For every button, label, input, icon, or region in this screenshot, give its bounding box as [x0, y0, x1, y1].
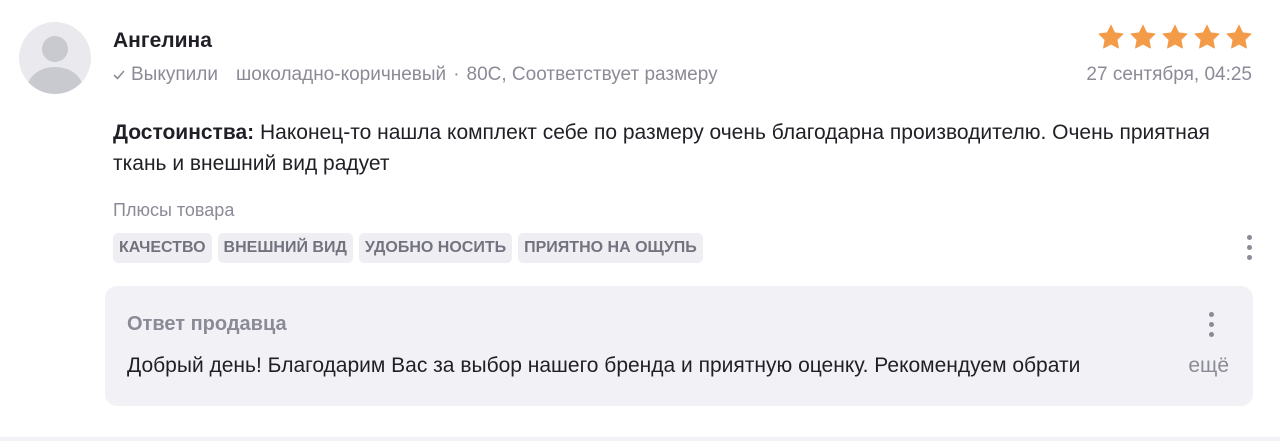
text-fade: [1135, 350, 1185, 384]
check-icon: [113, 69, 125, 81]
pros-tags: КАЧЕСТВО ВНЕШНИЙ ВИД УДОБНО НОСИТЬ ПРИЯТ…: [113, 233, 703, 263]
more-vertical-icon[interactable]: [1207, 312, 1215, 337]
review-date: 27 сентября, 04:25: [1086, 64, 1252, 85]
pros-tag: ПРИЯТНО НА ОЩУПЬ: [518, 233, 703, 263]
divider: [0, 437, 1280, 441]
star-icon: [1161, 24, 1189, 51]
review-text: Достоинства: Наконец-то нашла комплект с…: [113, 117, 1213, 179]
rating-stars: [1097, 24, 1253, 51]
avatar-head: [42, 36, 68, 62]
seller-reply-title: Ответ продавца: [127, 313, 287, 335]
pros-tag: УДОБНО НОСИТЬ: [358, 233, 513, 263]
pros-tag: КАЧЕСТВО: [113, 233, 212, 263]
pros-title: Плюсы товара: [113, 200, 235, 220]
size-info: 80C, Соответствует размеру: [466, 64, 718, 85]
advantages-text: Наконец-то нашла комплект себе по размер…: [113, 121, 1210, 175]
pros-tag: ВНЕШНИЙ ВИД: [217, 233, 353, 263]
author-name: Ангелина: [113, 29, 212, 52]
meta-separator: ·: [453, 64, 460, 85]
purchased-label: Выкупили: [131, 64, 218, 85]
star-icon: [1097, 24, 1125, 51]
seller-reply-text: Добрый день! Благодарим Вас за выбор наш…: [127, 354, 1081, 377]
advantages-label: Достоинства:: [113, 121, 255, 144]
product-variant: шоколадно-коричневый: [235, 64, 447, 85]
star-icon: [1193, 24, 1221, 51]
more-vertical-icon[interactable]: [1245, 235, 1253, 260]
seller-reply: Ответ продавца Добрый день! Благодарим В…: [105, 286, 1253, 406]
star-icon: [1225, 24, 1253, 51]
show-more-link[interactable]: ещё: [1188, 354, 1229, 378]
avatar-body: [27, 67, 83, 94]
review-meta: Выкупили шоколадно-коричневый · 80C, Соо…: [113, 64, 718, 86]
star-icon: [1129, 24, 1157, 51]
avatar: [19, 22, 91, 94]
